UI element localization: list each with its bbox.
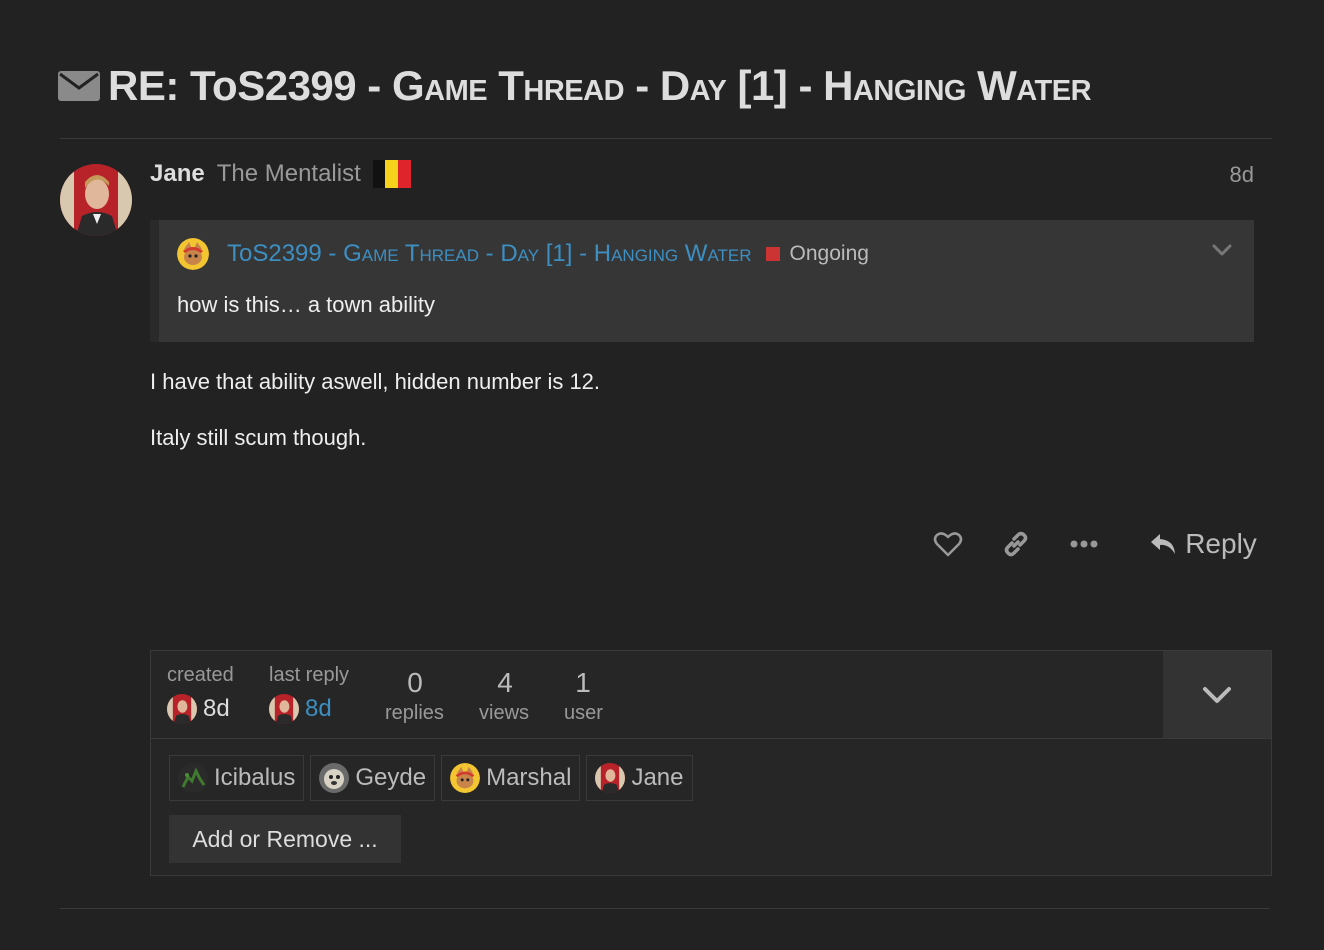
post-date[interactable]: 8d [1230, 162, 1254, 188]
user-title: The Mentalist [216, 160, 361, 187]
users-label: user [564, 702, 603, 724]
reply-label: Reply [1185, 528, 1257, 559]
reply-icon [1151, 534, 1176, 554]
jane-avatar-image [60, 164, 132, 236]
heart-icon [933, 532, 963, 557]
topic-title-prefix: RE: ToS2399 - [108, 62, 392, 109]
username[interactable]: Jane [150, 160, 205, 188]
more-button[interactable] [1064, 522, 1104, 566]
created-ago: 8d [203, 695, 230, 722]
poster-info: Jane The Mentalist [150, 160, 411, 188]
quote-title-smallcaps: Game Thread - Day [1] - Hanging Water [343, 240, 752, 267]
copy-link-button[interactable] [996, 522, 1036, 566]
topic-title-smallcaps: Game Thread - Day [1] - Hanging Water [391, 62, 1092, 109]
topic-map-toggle[interactable] [1163, 651, 1271, 739]
quote-text: how is this… a town ability [177, 292, 435, 317]
post-paragraph: Italy still scum though. [150, 425, 367, 450]
topic-title: RE: ToS2399 - Game Thread - Day [1] - Ha… [58, 62, 1092, 110]
belgium-flag-icon [372, 160, 411, 188]
created-info[interactable]: 8d [167, 694, 230, 724]
participant-list: Icibalus Geyde Marshal Jane [169, 755, 699, 801]
participant-name: Marshal [486, 764, 572, 791]
divider [60, 138, 1272, 139]
ellipsis-icon [1070, 540, 1098, 548]
participant-chip[interactable]: Geyde [310, 755, 436, 801]
quote-block: ToS2399 - Game Thread - Day [1] - Hangin… [150, 220, 1254, 342]
participant-name: Jane [631, 764, 684, 791]
views-label: views [479, 702, 530, 724]
envelope-icon [58, 71, 100, 101]
category-badge [765, 247, 780, 261]
add-remove-button[interactable]: Add or Remove ... [169, 815, 401, 863]
chevron-down-icon [1203, 686, 1231, 703]
post-paragraph: I have that ability aswell, hidden numbe… [150, 369, 601, 394]
marshal-avatar [450, 763, 481, 793]
avatar [167, 694, 197, 724]
avatar [269, 694, 299, 724]
icibalus-avatar [178, 763, 208, 793]
participant-chip[interactable]: Jane [586, 755, 693, 801]
created-label: created [167, 664, 234, 686]
post-actions: Reply [920, 522, 1260, 566]
topic-title-link[interactable]: RE: ToS2399 - Game Thread - Day [1] - Ha… [108, 62, 1092, 110]
topic-map-stats: created 8d last reply 8d 0 replies 4 vie… [151, 651, 1163, 739]
participant-chip[interactable]: Marshal [441, 755, 581, 801]
users-count: 1 [575, 667, 591, 698]
divider [60, 908, 1270, 909]
quote-topic-link[interactable]: ToS2399 - Game Thread - Day [1] - Hangin… [227, 240, 752, 268]
reply-button[interactable]: Reply [1146, 522, 1260, 566]
participant-name: Geyde [355, 764, 427, 791]
last-reply-label: last reply [269, 664, 350, 686]
geyde-avatar [319, 763, 350, 793]
like-button[interactable] [928, 522, 968, 566]
replies-label: replies [385, 702, 444, 724]
link-icon [1004, 531, 1028, 557]
views-count: 4 [497, 667, 513, 698]
topic-map: created 8d last reply 8d 0 replies 4 vie… [150, 650, 1272, 876]
marshal-avatar [177, 238, 209, 270]
participant-chip[interactable]: Icibalus [169, 755, 305, 801]
quote-header: ToS2399 - Game Thread - Day [1] - Hangin… [177, 238, 869, 270]
quote-title-prefix: ToS2399 - [227, 240, 344, 267]
chevron-down-icon[interactable] [1210, 238, 1234, 262]
last-reply-info[interactable]: 8d [269, 694, 332, 724]
last-reply-ago: 8d [305, 695, 332, 722]
jane-avatar [595, 763, 626, 793]
category-name[interactable]: Ongoing [790, 242, 869, 266]
replies-count: 0 [407, 667, 423, 698]
avatar[interactable] [60, 164, 132, 236]
participant-name: Icibalus [214, 764, 296, 791]
